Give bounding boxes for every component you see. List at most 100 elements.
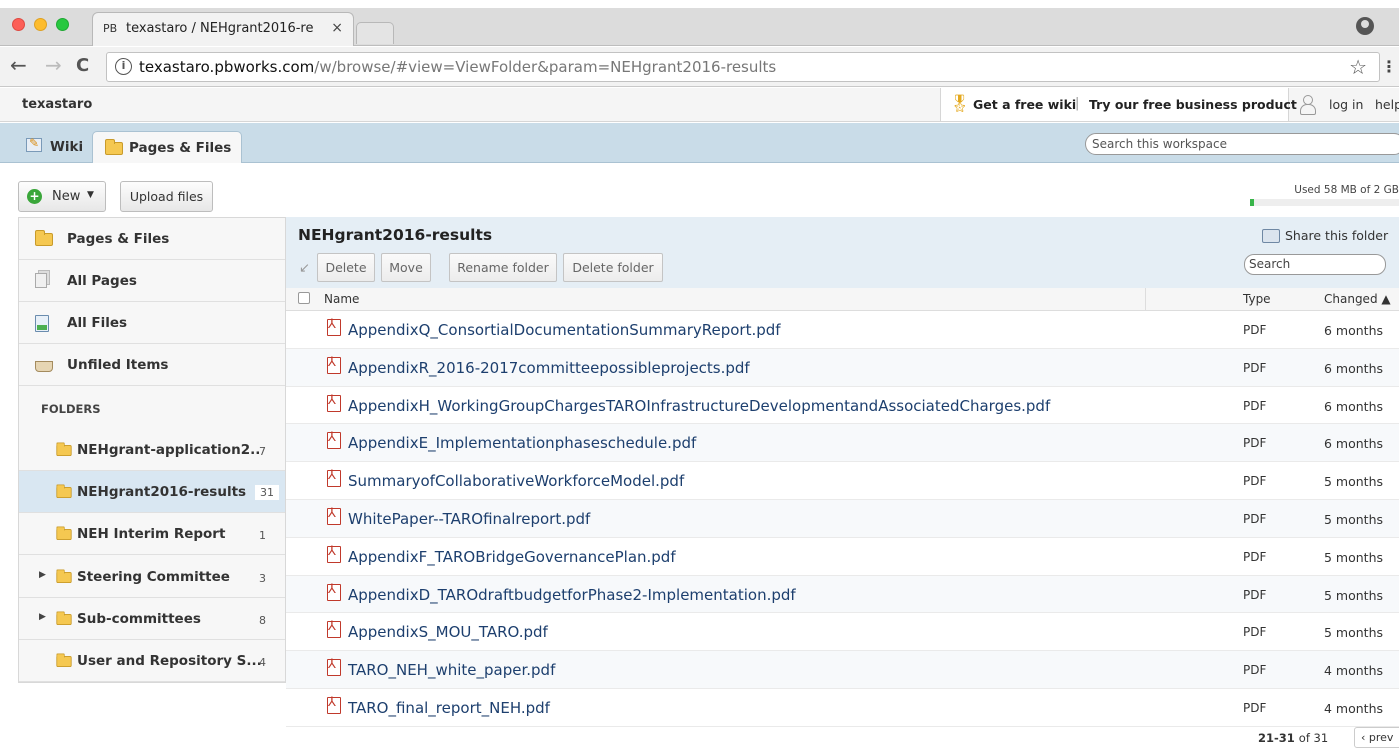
reload-icon[interactable]: C bbox=[76, 55, 89, 76]
sidebar-folder-item[interactable]: ▶ Sub-committees 8 bbox=[19, 598, 285, 640]
browser-tab-active[interactable]: PB texastaro / NEHgrant2016-re × bbox=[92, 12, 354, 46]
move-button[interactable]: Move bbox=[381, 253, 431, 282]
file-name-link[interactable]: AppendixR_2016-2017committeepossibleproj… bbox=[348, 359, 750, 377]
pdf-file-icon bbox=[327, 544, 341, 563]
file-list: AppendixQ_ConsortialDocumentationSummary… bbox=[286, 311, 1399, 727]
award-ribbon-icon: 🎖 bbox=[949, 94, 971, 114]
folder-label: User and Repository S... bbox=[77, 653, 262, 669]
pdf-file-icon bbox=[327, 317, 341, 336]
file-icon bbox=[35, 315, 49, 332]
expand-arrow-icon[interactable]: ▶ bbox=[39, 612, 46, 622]
table-row[interactable]: AppendixE_Implementationphaseschedule.pd… bbox=[286, 424, 1399, 463]
file-name-link[interactable]: WhitePaper--TAROfinalreport.pdf bbox=[348, 510, 590, 528]
file-name-link[interactable]: TARO_NEH_white_paper.pdf bbox=[348, 661, 555, 679]
table-row[interactable]: AppendixQ_ConsortialDocumentationSummary… bbox=[286, 311, 1399, 349]
profile-icon[interactable] bbox=[1356, 17, 1374, 35]
sidebar: Pages & Files All Pages All Files Unfile… bbox=[18, 217, 286, 683]
inbox-tray-icon bbox=[35, 361, 53, 372]
file-name-link[interactable]: AppendixD_TAROdraftbudgetforPhase2-Imple… bbox=[348, 586, 796, 604]
rename-folder-button[interactable]: Rename folder bbox=[449, 253, 557, 282]
tab-wiki[interactable]: Wiki bbox=[14, 131, 93, 163]
try-business-link[interactable]: Try our free business product bbox=[1089, 97, 1297, 112]
folder-count: 1 bbox=[259, 529, 266, 543]
url-field[interactable]: i texastaro.pbworks.com/w/browse/#view=V… bbox=[106, 52, 1380, 82]
pdf-file-icon bbox=[327, 695, 341, 714]
sidebar-item-label: All Files bbox=[67, 315, 128, 331]
table-row[interactable]: SummaryofCollaborativeWorkforceModel.pdf… bbox=[286, 462, 1399, 500]
column-header-changed[interactable]: Changed ▲ bbox=[1324, 292, 1391, 306]
close-tab-icon[interactable]: × bbox=[331, 20, 343, 36]
site-info-icon[interactable]: i bbox=[115, 58, 132, 75]
file-name-link[interactable]: AppendixS_MOU_TARO.pdf bbox=[348, 623, 548, 641]
table-row[interactable]: AppendixD_TAROdraftbudgetforPhase2-Imple… bbox=[286, 575, 1399, 614]
file-name-link[interactable]: AppendixE_Implementationphaseschedule.pd… bbox=[348, 434, 696, 452]
column-header-name[interactable]: Name bbox=[324, 292, 359, 306]
sidebar-folder-item[interactable]: User and Repository S... 4 bbox=[19, 640, 285, 682]
expand-arrow-icon[interactable]: ▶ bbox=[39, 570, 46, 580]
sidebar-folder-item[interactable]: NEHgrant-application2.. 7 bbox=[19, 429, 285, 471]
table-row[interactable]: AppendixF_TAROBridgeGovernancePlan.pdf PD… bbox=[286, 538, 1399, 576]
file-name-link[interactable]: TARO_final_report_NEH.pdf bbox=[348, 699, 550, 717]
share-folder-link[interactable]: Share this folder bbox=[1262, 228, 1388, 243]
column-header-type[interactable]: Type bbox=[1243, 292, 1271, 306]
file-type: PDF bbox=[1243, 512, 1267, 526]
sidebar-item-pages-files[interactable]: Pages & Files bbox=[19, 218, 285, 260]
file-type: PDF bbox=[1243, 398, 1267, 413]
select-all-checkbox[interactable] bbox=[298, 292, 310, 304]
sidebar-item-all-files[interactable]: All Files bbox=[19, 302, 285, 344]
wiki-icon bbox=[26, 136, 42, 152]
folder-label: NEH Interim Report bbox=[77, 526, 226, 543]
file-name-link[interactable]: AppendixH_WorkingGroupChargesTAROInfrast… bbox=[348, 397, 1050, 415]
delete-button[interactable]: Delete bbox=[317, 253, 375, 282]
get-free-wiki-link[interactable]: Get a free wiki bbox=[973, 97, 1076, 112]
zoom-window-button[interactable] bbox=[56, 18, 69, 31]
file-name-link[interactable]: AppendixQ_ConsortialDocumentationSummary… bbox=[348, 321, 781, 339]
column-divider bbox=[1145, 288, 1146, 311]
workspace-search-input[interactable]: Search this workspace bbox=[1085, 133, 1399, 155]
sidebar-folder-item[interactable]: NEHgrant2016-results 31 bbox=[19, 471, 285, 514]
close-window-button[interactable] bbox=[12, 18, 25, 31]
site-header: texastaro 🎖 Get a free wiki | Try our fr… bbox=[0, 88, 1399, 122]
forward-arrow-icon[interactable]: → bbox=[45, 53, 62, 77]
pdf-file-icon bbox=[327, 582, 341, 601]
sidebar-item-all-pages[interactable]: All Pages bbox=[19, 260, 285, 302]
upload-files-button[interactable]: Upload files bbox=[120, 181, 213, 212]
new-tab-button[interactable] bbox=[356, 22, 394, 44]
site-name[interactable]: texastaro bbox=[22, 97, 92, 112]
delete-folder-button[interactable]: Delete folder bbox=[563, 253, 663, 282]
tab-pages-files[interactable]: Pages & Files bbox=[92, 131, 243, 163]
back-arrow-icon[interactable]: ← bbox=[10, 53, 27, 77]
folder-search-input[interactable]: Search bbox=[1244, 254, 1386, 275]
promo-bar: 🎖 Get a free wiki | Try our free busines… bbox=[940, 88, 1297, 121]
file-type: PDF bbox=[1243, 474, 1267, 489]
table-row[interactable]: AppendixR_2016-2017committeepossibleproj… bbox=[286, 348, 1399, 387]
new-button[interactable]: + New ▼ bbox=[18, 181, 106, 212]
minimize-window-button[interactable] bbox=[34, 18, 47, 31]
login-link[interactable]: log in bbox=[1329, 97, 1363, 112]
table-row[interactable]: AppendixH_WorkingGroupChargesTAROInfrast… bbox=[286, 387, 1399, 425]
file-name-link[interactable]: SummaryofCollaborativeWorkforceModel.pdf bbox=[348, 472, 684, 490]
table-row[interactable]: AppendixS_MOU_TARO.pdf PDF 5 months bbox=[286, 613, 1399, 652]
sidebar-folder-item[interactable]: NEH Interim Report 1 bbox=[19, 513, 285, 556]
sidebar-item-unfiled[interactable]: Unfiled Items bbox=[19, 344, 285, 386]
table-row[interactable]: WhitePaper--TAROfinalreport.pdf PDF 5 mont… bbox=[286, 500, 1399, 538]
folder-icon bbox=[35, 230, 53, 246]
pbworks-favicon-icon: PB bbox=[103, 22, 118, 35]
folder-header: NEHgrant2016-results Share this folder ↙… bbox=[286, 217, 1399, 288]
file-name-link[interactable]: AppendixF_TAROBridgeGovernancePlan.pdf bbox=[348, 548, 676, 566]
folder-count: 3 bbox=[259, 571, 266, 585]
folder-label: Steering Committee bbox=[77, 568, 230, 585]
file-type: PDF bbox=[1243, 323, 1267, 337]
bookmark-star-icon[interactable]: ☆ bbox=[1349, 55, 1367, 79]
browser-address-bar: ← → C i texastaro.pbworks.com/w/browse/#… bbox=[0, 47, 1399, 87]
file-type: PDF bbox=[1243, 663, 1267, 678]
folder-count: 4 bbox=[259, 656, 266, 669]
file-changed: 5 months bbox=[1324, 625, 1384, 641]
storage-quota-bar bbox=[1250, 199, 1399, 206]
sidebar-folder-item[interactable]: ▶ Steering Committee 3 bbox=[19, 556, 285, 598]
help-link[interactable]: help bbox=[1375, 97, 1399, 112]
prev-page-button[interactable]: ‹ prev bbox=[1354, 727, 1399, 748]
table-row[interactable]: TARO_NEH_white_paper.pdf PDF 4 months bbox=[286, 651, 1399, 689]
browser-menu-icon[interactable]: ⋮ bbox=[1381, 57, 1397, 76]
table-row[interactable]: TARO_final_report_NEH.pdf PDF 4 months bbox=[286, 689, 1399, 727]
